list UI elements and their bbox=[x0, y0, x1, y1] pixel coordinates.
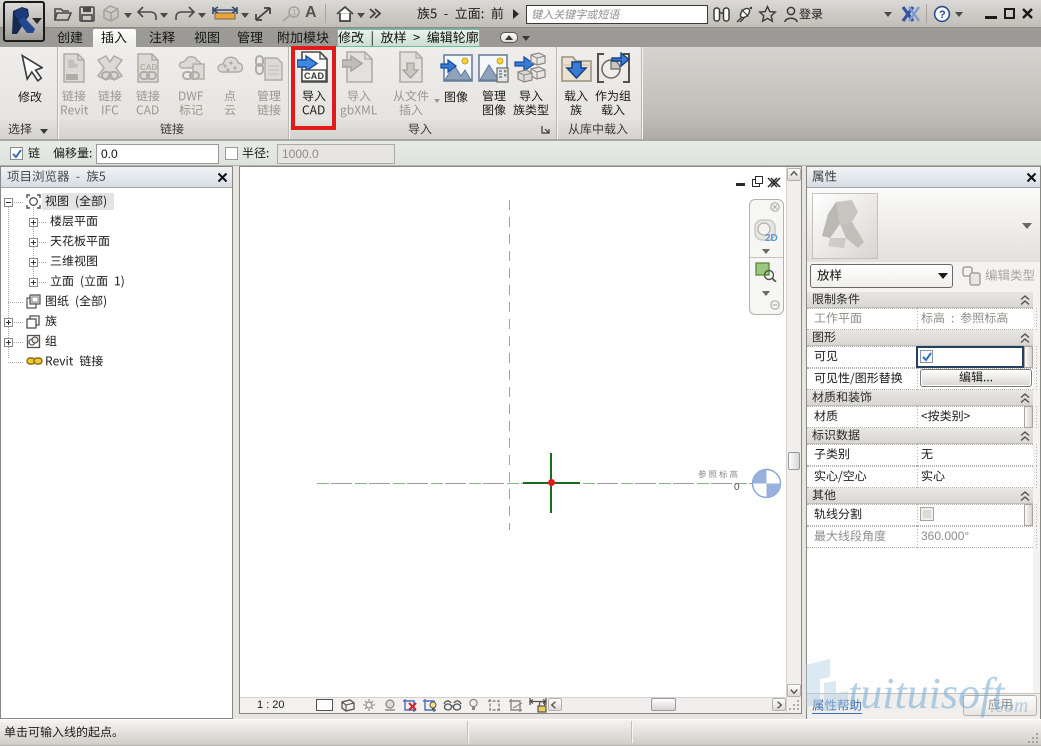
svg-text:2D: 2D bbox=[765, 233, 778, 244]
svg-text:CAD: CAD bbox=[140, 63, 158, 72]
svg-text:?: ? bbox=[939, 9, 946, 21]
svg-text:1: 1 bbox=[292, 8, 297, 17]
